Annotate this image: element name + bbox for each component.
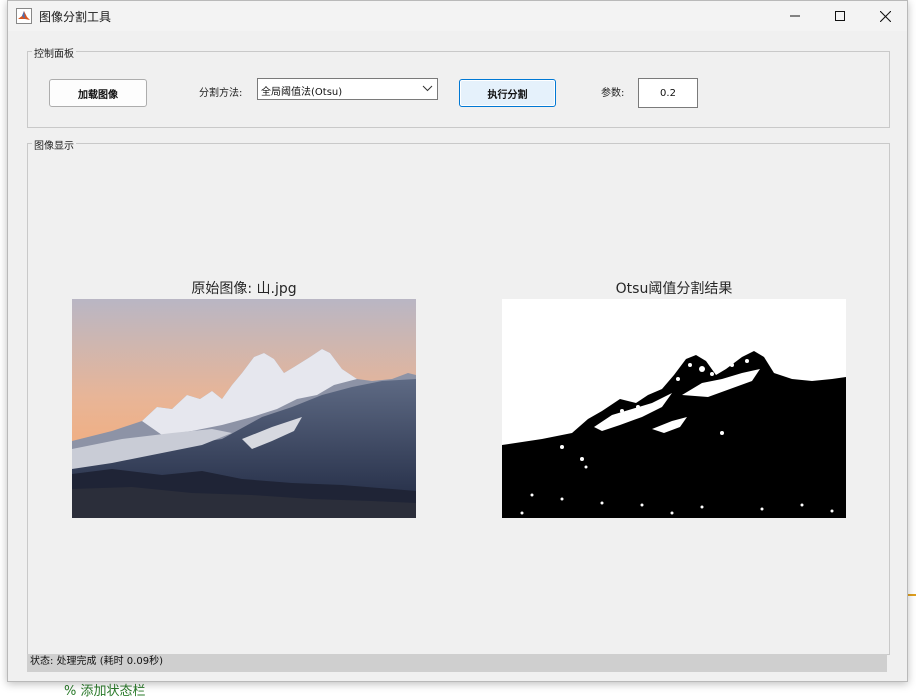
method-select[interactable]: 全局阈值法(Otsu) bbox=[257, 78, 438, 100]
original-image-graphic bbox=[72, 299, 416, 518]
app-window: 图像分割工具 控制面板 加载图像 分割方法: 全局阈值法(Otsu) 执行分割 bbox=[7, 0, 908, 682]
result-image-graphic bbox=[502, 299, 846, 518]
run-segmentation-button[interactable]: 执行分割 bbox=[459, 79, 556, 107]
chevron-down-icon bbox=[422, 85, 433, 92]
load-image-button[interactable]: 加载图像 bbox=[49, 79, 147, 107]
method-select-value: 全局阈值法(Otsu) bbox=[261, 87, 343, 98]
control-panel-legend: 控制面板 bbox=[32, 45, 76, 60]
original-image bbox=[72, 299, 416, 518]
maximize-icon bbox=[835, 11, 845, 21]
minimize-button[interactable] bbox=[772, 1, 818, 31]
matlab-icon bbox=[16, 8, 32, 24]
original-image-title: 原始图像: 山.jpg bbox=[191, 281, 297, 297]
close-button[interactable] bbox=[862, 1, 908, 31]
background-code-text: % 添加状态栏 bbox=[64, 684, 146, 699]
method-label: 分割方法: bbox=[199, 88, 243, 99]
window-title: 图像分割工具 bbox=[39, 10, 112, 24]
result-image-title: Otsu阈值分割结果 bbox=[615, 281, 733, 297]
close-icon bbox=[879, 10, 891, 22]
param-label: 参数: bbox=[601, 88, 625, 99]
title-bar: 图像分割工具 bbox=[8, 1, 907, 31]
background-marker bbox=[908, 594, 916, 596]
maximize-button[interactable] bbox=[817, 1, 863, 31]
result-image bbox=[502, 299, 846, 518]
minimize-icon bbox=[790, 15, 800, 17]
status-bar: 状态: 处理完成 (耗时 0.09秒) bbox=[27, 654, 887, 672]
image-display-legend: 图像显示 bbox=[32, 137, 76, 152]
param-input[interactable]: 0.2 bbox=[638, 78, 698, 108]
